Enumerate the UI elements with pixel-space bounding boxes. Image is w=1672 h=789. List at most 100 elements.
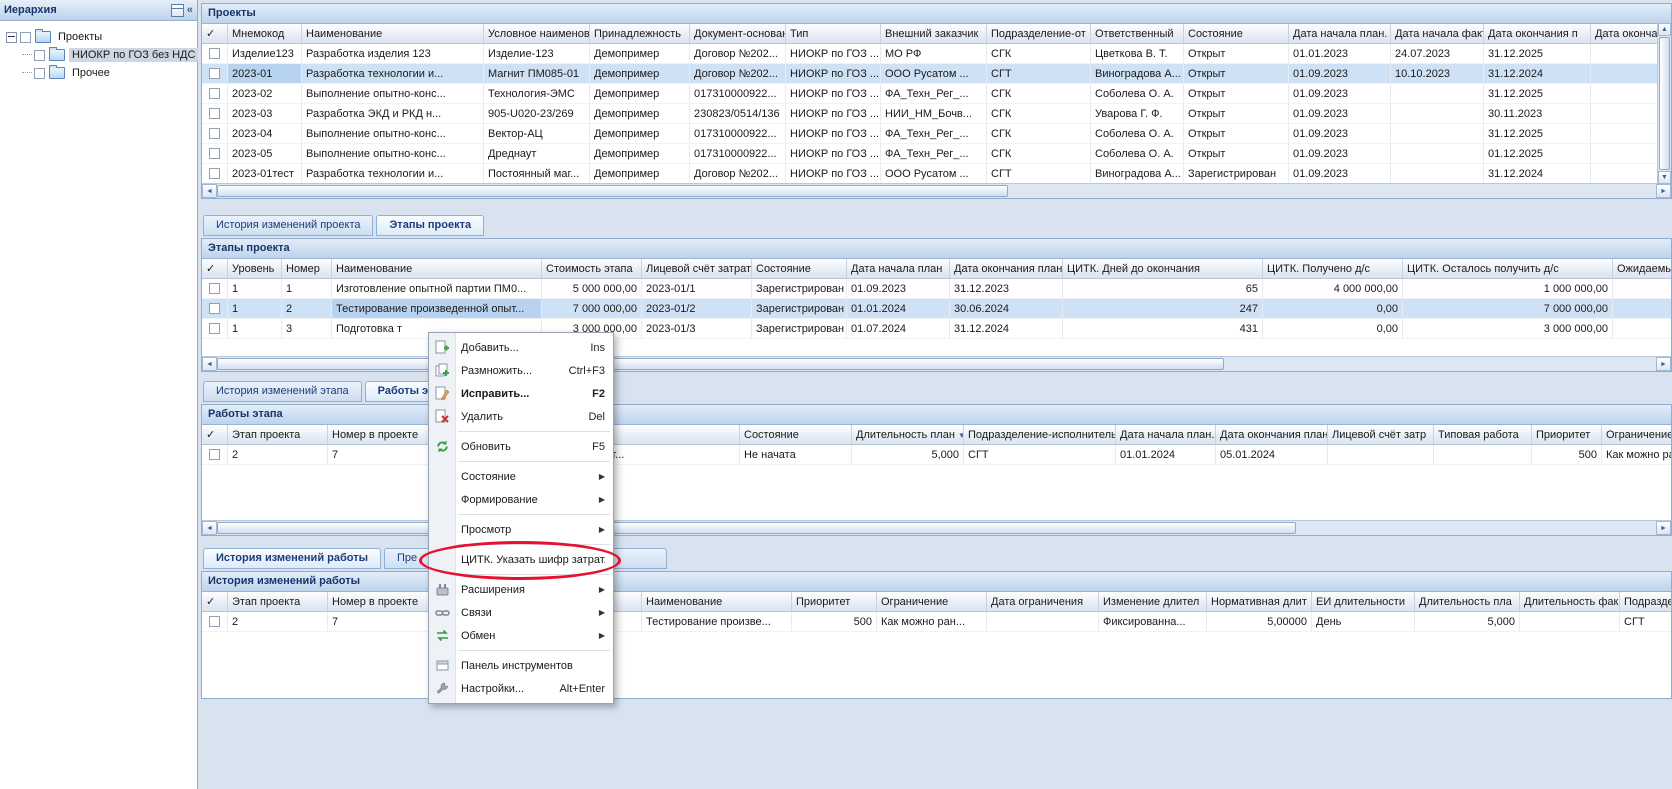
row-checkbox[interactable] <box>209 283 220 294</box>
grid-cell[interactable]: Изделие-123 <box>484 44 590 64</box>
column-header[interactable]: ЦИТК. Получено д/с <box>1263 259 1403 279</box>
grid-cell[interactable]: 01.09.2023 <box>1289 104 1391 124</box>
grid-cell[interactable]: 01.09.2023 <box>1289 64 1391 84</box>
column-header[interactable]: Наименование <box>642 592 792 612</box>
select-column-header[interactable]: ✓ <box>202 592 228 612</box>
grid-cell[interactable]: Изделие123 <box>228 44 302 64</box>
column-header[interactable]: Подразделение-и <box>1620 592 1671 612</box>
grid-cell[interactable]: 4 000 000,00 <box>1263 279 1403 299</box>
grid-cell[interactable]: 230823/0514/136 <box>690 104 786 124</box>
grid-cell[interactable]: 05.01.2024 <box>1216 445 1328 465</box>
column-header[interactable]: Ограничение <box>1602 425 1671 445</box>
row-checkbox[interactable] <box>209 303 220 314</box>
grid-cell[interactable]: 017310000922... <box>690 84 786 104</box>
grid-cell[interactable]: 5,00000 <box>1207 612 1312 632</box>
grid-cell[interactable] <box>1434 445 1532 465</box>
tree-checkbox[interactable] <box>34 68 45 79</box>
grid-cell[interactable]: Открыт <box>1184 64 1289 84</box>
grid-cell[interactable]: 1 <box>282 279 332 299</box>
grid-cell[interactable]: Виноградова А... <box>1091 64 1184 84</box>
grid-cell[interactable]: 7 <box>328 612 432 632</box>
menu-item-state[interactable]: Состояние▶ <box>429 465 613 488</box>
grid-cell[interactable]: ФА_Техн_Рег_... <box>881 84 987 104</box>
column-header[interactable]: Подразделение-от <box>987 24 1091 44</box>
grid-cell[interactable]: 31.12.2025 <box>1484 44 1591 64</box>
grid-cell[interactable]: 24.07.2023 <box>1391 44 1484 64</box>
grid-cell[interactable]: 0,00 <box>1263 319 1403 339</box>
column-header[interactable]: Дата начала план <box>847 259 950 279</box>
grid-cell[interactable]: 01.01.2023 <box>1289 44 1391 64</box>
scroll-thumb[interactable] <box>1659 37 1670 170</box>
grid-cell[interactable]: 01.09.2023 <box>1289 164 1391 183</box>
menu-item-view[interactable]: Просмотр▶ <box>429 518 613 541</box>
grid-cell[interactable]: Соболева О. А. <box>1091 124 1184 144</box>
menu-item-formation[interactable]: Формирование▶ <box>429 488 613 511</box>
grid-cell[interactable]: Тестирование произве... <box>642 612 792 632</box>
column-header[interactable]: Дата окончания п <box>1484 24 1591 44</box>
column-header[interactable]: Дата окончания план <box>1216 425 1328 445</box>
grid-cell[interactable]: 2023-03 <box>228 104 302 124</box>
column-header[interactable]: Длительность пла <box>1415 592 1520 612</box>
select-column-header[interactable]: ✓ <box>202 259 228 279</box>
grid-cell[interactable]: 3 000 000,00 <box>1403 319 1613 339</box>
grid-cell[interactable]: Демопример <box>590 164 690 183</box>
select-column-header[interactable]: ✓ <box>202 24 228 44</box>
grid-cell[interactable]: Как можно ран... <box>877 612 987 632</box>
grid-cell[interactable]: СГК <box>987 104 1091 124</box>
row-checkbox[interactable] <box>209 128 220 139</box>
column-header[interactable]: Приоритет <box>792 592 877 612</box>
column-header[interactable]: Состояние <box>740 425 852 445</box>
scroll-left-icon[interactable] <box>202 357 217 371</box>
select-column-header[interactable]: ✓ <box>202 425 228 445</box>
row-checkbox[interactable] <box>209 148 220 159</box>
grid-cell[interactable]: 1 <box>228 299 282 319</box>
grid-cell[interactable]: 30.06.2024 <box>950 299 1063 319</box>
scroll-thumb[interactable] <box>217 185 1008 197</box>
grid-row[interactable]: 2023-05Выполнение опытно-конс...Дреднаут… <box>202 144 1671 164</box>
grid-cell[interactable]: 5,000 <box>852 445 964 465</box>
grid-cell[interactable]: СГК <box>987 44 1091 64</box>
column-header[interactable]: Дата начала план. <box>1289 24 1391 44</box>
grid-cell[interactable]: Открыт <box>1184 144 1289 164</box>
grid-cell[interactable]: 1 <box>228 319 282 339</box>
grid-cell[interactable]: 7 000 000,00 <box>1403 299 1613 319</box>
column-header[interactable]: Наименование <box>302 24 484 44</box>
grid-cell[interactable]: 31.12.2025 <box>1484 124 1591 144</box>
tab-stage-history[interactable]: История изменений этапа <box>203 381 362 402</box>
grid-cell[interactable]: 7 <box>328 445 432 465</box>
grid-cell[interactable]: Изготовление опытной партии ПМ0... <box>332 279 542 299</box>
grid-cell[interactable]: Тестирование произведенной опыт... <box>332 299 542 319</box>
grid-cell[interactable]: Соболева О. А. <box>1091 84 1184 104</box>
grid-cell[interactable]: 2023-01/1 <box>642 279 752 299</box>
grid-cell[interactable]: Демопример <box>590 64 690 84</box>
column-header[interactable]: Наименование <box>332 259 542 279</box>
grid-cell[interactable] <box>987 612 1099 632</box>
grid-cell[interactable]: 10.10.2023 <box>1391 64 1484 84</box>
column-header[interactable]: Длительность фак <box>1520 592 1620 612</box>
grid-cell[interactable]: 01.09.2023 <box>1289 144 1391 164</box>
grid-cell[interactable]: 2023-01 <box>228 64 302 84</box>
column-header[interactable]: Дата окончания план <box>950 259 1063 279</box>
row-checkbox[interactable] <box>209 108 220 119</box>
column-header[interactable]: Состояние <box>752 259 847 279</box>
grid-cell[interactable]: МО РФ <box>881 44 987 64</box>
tab-project-history[interactable]: История изменений проекта <box>203 215 373 236</box>
grid-cell[interactable]: 500 <box>1532 445 1602 465</box>
grid-cell[interactable]: ООО Русатом ... <box>881 164 987 183</box>
grid-cell[interactable]: Выполнение опытно-конс... <box>302 124 484 144</box>
grid-cell[interactable]: Уварова Г. Ф. <box>1091 104 1184 124</box>
column-header[interactable]: ЕИ длительности <box>1312 592 1415 612</box>
grid-cell[interactable]: 2 <box>282 299 332 319</box>
row-checkbox[interactable] <box>209 48 220 59</box>
grid-cell[interactable]: НИОКР по ГОЗ ... <box>786 84 881 104</box>
grid-cell[interactable]: НИОКР по ГОЗ ... <box>786 144 881 164</box>
menu-item-links[interactable]: Связи▶ <box>429 601 613 624</box>
grid-cell[interactable]: СГТ <box>987 64 1091 84</box>
grid-cell[interactable] <box>1391 84 1484 104</box>
grid-cell[interactable]: 01.07.2024 <box>847 319 950 339</box>
grid-cell[interactable]: Магнит ПМ085-01 <box>484 64 590 84</box>
grid-cell[interactable] <box>1613 319 1671 339</box>
grid-cell[interactable]: 31.12.2024 <box>1484 164 1591 183</box>
grid-cell[interactable]: 017310000922... <box>690 144 786 164</box>
grid-cell[interactable] <box>1613 299 1671 319</box>
